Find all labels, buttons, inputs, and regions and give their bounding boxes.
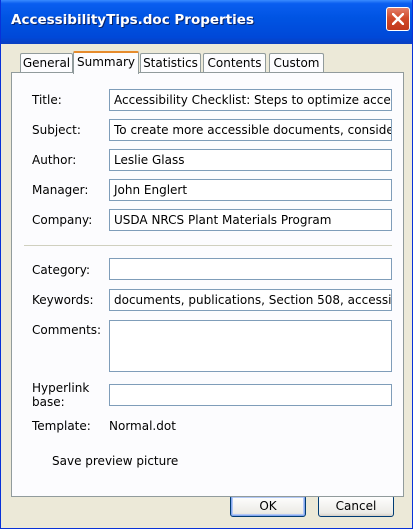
title-bar[interactable]: AccessibilityTips.doc Properties [1, 0, 412, 44]
section-divider [24, 245, 392, 246]
manager-label: Manager: [32, 183, 89, 197]
close-button[interactable] [386, 7, 410, 31]
company-field[interactable]: USDA NRCS Plant Materials Program [109, 209, 392, 231]
tab-general[interactable]: General [20, 53, 73, 73]
template-value: Normal.dot [109, 419, 176, 433]
comments-label: Comments: [32, 323, 102, 337]
tab-contents[interactable]: Contents [203, 53, 266, 73]
ok-button[interactable]: OK [230, 495, 306, 517]
summary-panel: Title: Accessibility Checklist: Steps to… [11, 72, 404, 497]
tab-statistics[interactable]: Statistics [140, 53, 201, 73]
title-field[interactable]: Accessibility Checklist: Steps to optimi… [109, 89, 392, 111]
subject-field[interactable]: To create more accessible documents, con… [109, 119, 392, 141]
title-label: Title: [32, 93, 62, 107]
comments-field[interactable] [109, 320, 392, 372]
category-field[interactable] [109, 258, 392, 280]
hyperlink-label-line1: Hyperlink [32, 381, 90, 395]
tab-custom[interactable]: Custom [269, 53, 324, 73]
hyperlink-base-label: Hyperlink base: [32, 381, 89, 409]
subject-label: Subject: [32, 123, 81, 137]
keywords-field[interactable]: documents, publications, Section 508, ac… [109, 289, 392, 311]
template-label: Template: [32, 419, 91, 433]
cancel-button[interactable]: Cancel [318, 495, 394, 517]
manager-field[interactable]: John Englert [109, 179, 392, 201]
properties-dialog: AccessibilityTips.doc Properties General… [0, 0, 413, 529]
author-field[interactable]: Leslie Glass [109, 149, 392, 171]
keywords-label: Keywords: [32, 293, 94, 307]
save-preview-label[interactable]: Save preview picture [52, 454, 178, 468]
hyperlink-label-line2: base: [32, 395, 65, 409]
category-label: Category: [32, 263, 90, 277]
hyperlink-base-field[interactable] [109, 384, 392, 406]
window-title: AccessibilityTips.doc Properties [11, 12, 254, 28]
author-label: Author: [32, 153, 77, 167]
tab-summary[interactable]: Summary [73, 51, 139, 74]
company-label: Company: [32, 213, 93, 227]
